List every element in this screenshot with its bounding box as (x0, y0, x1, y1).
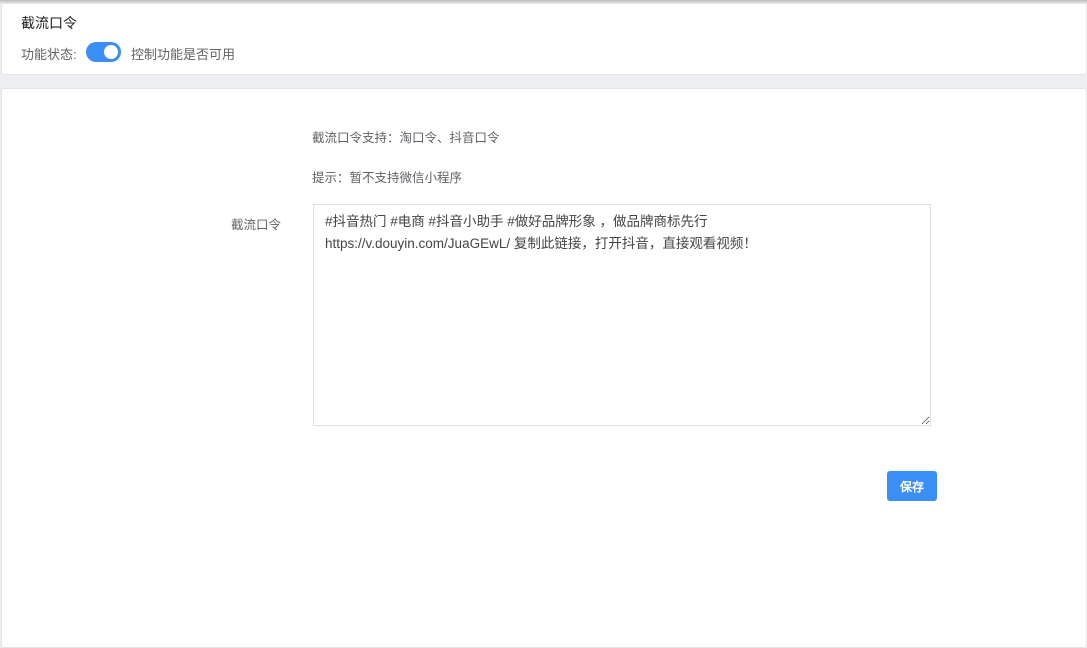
page-title: 截流口令 (21, 15, 77, 31)
settings-header-card (1, 3, 1087, 75)
field-label: 截流口令 (231, 218, 282, 232)
toggle-knob (104, 45, 118, 59)
hint-text: 提示：暂不支持微信小程序 (312, 171, 463, 185)
status-description: 控制功能是否可用 (131, 47, 236, 62)
command-textarea[interactable] (313, 204, 931, 426)
status-toggle[interactable] (86, 42, 121, 62)
status-label: 功能状态: (21, 47, 77, 62)
support-text: 截流口令支持：淘口令、抖音口令 (312, 131, 500, 145)
save-button[interactable]: 保存 (887, 471, 937, 501)
